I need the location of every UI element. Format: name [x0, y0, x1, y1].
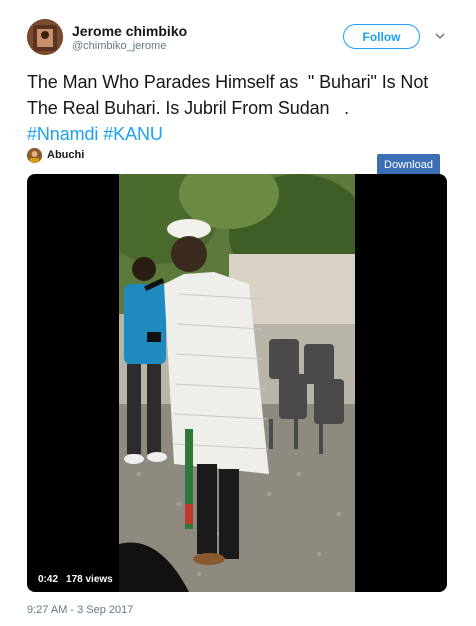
author-name[interactable]: Jerome chimbiko [72, 23, 187, 39]
video-frame [119, 174, 355, 592]
media-credit[interactable]: Abuchi [27, 147, 84, 163]
tweet-timestamp[interactable]: 9:27 AM - 3 Sep 2017 [27, 604, 133, 616]
author-handle[interactable]: @chimbiko_jerome [72, 40, 166, 52]
tweet-text: The Man Who Parades Himself as " Buhari"… [27, 69, 457, 147]
follow-button[interactable]: Follow [343, 24, 420, 49]
video-player[interactable] [27, 174, 447, 592]
media-credit-avatar [27, 147, 42, 163]
download-button[interactable]: Download [377, 154, 440, 175]
video-duration: 0:42 [38, 573, 59, 585]
video-views: 178 views [66, 573, 113, 585]
hashtag-link[interactable]: #Nnamdi [27, 124, 98, 144]
tweet-body: The Man Who Parades Himself as " Buhari"… [27, 72, 433, 118]
media-credit-name[interactable]: Abuchi [47, 149, 84, 161]
chevron-down-icon[interactable] [434, 31, 446, 41]
author-avatar[interactable] [27, 19, 63, 55]
video-stats: 0:42 178 views [33, 570, 118, 588]
hashtag-link[interactable]: #KANU [103, 124, 163, 144]
